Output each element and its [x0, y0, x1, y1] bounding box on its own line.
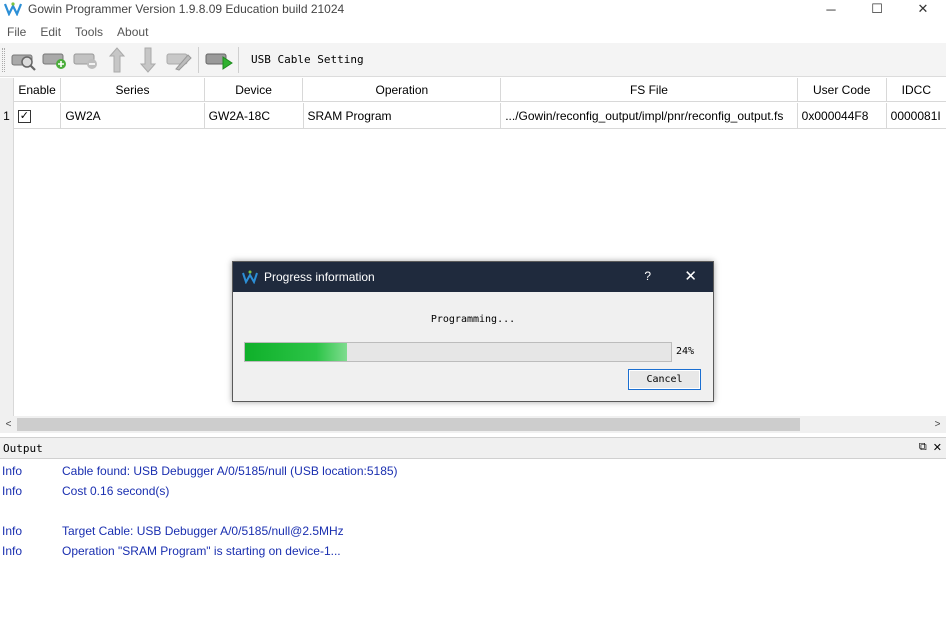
- log-text: Cost 0.16 second(s): [62, 484, 170, 498]
- table-header: Enable Series Device Operation FS File U…: [0, 78, 946, 102]
- log-line: Info Target Cable: USB Debugger A/0/5185…: [0, 522, 344, 540]
- operation-cell[interactable]: SRAM Program: [304, 103, 502, 129]
- enable-checkbox[interactable]: ✓: [17, 109, 31, 123]
- program-run-button[interactable]: [203, 45, 234, 75]
- add-device-icon: [42, 53, 66, 69]
- edit-config-button[interactable]: [163, 45, 194, 75]
- cancel-button[interactable]: Cancel: [628, 369, 701, 390]
- header-device[interactable]: Device: [205, 78, 304, 102]
- remove-device-icon: [73, 53, 97, 69]
- scroll-right-arrow[interactable]: >: [929, 416, 946, 433]
- scroll-left-arrow[interactable]: <: [0, 416, 17, 433]
- move-up-icon: [108, 46, 125, 72]
- window-title: Gowin Programmer Version 1.9.8.09 Educat…: [28, 2, 345, 16]
- menu-tools[interactable]: Tools: [68, 25, 110, 39]
- header-idcode[interactable]: IDCC: [887, 78, 946, 102]
- log-level: Info: [2, 524, 23, 538]
- title-bar: Gowin Programmer Version 1.9.8.09 Educat…: [0, 0, 946, 18]
- close-panel-icon[interactable]: ✕: [933, 441, 942, 454]
- usb-cable-setting-button[interactable]: USB Cable Setting: [251, 53, 364, 66]
- move-down-icon: [139, 47, 156, 73]
- dialog-title-bar[interactable]: Progress information ? ✕: [233, 262, 713, 292]
- move-up-button[interactable]: [101, 45, 132, 75]
- user-code-cell[interactable]: 0x000044F8: [798, 103, 887, 129]
- device-cell[interactable]: GW2A-18C: [205, 103, 304, 129]
- output-panel-header: Output ⧉ ✕: [0, 437, 946, 459]
- header-fs-file[interactable]: FS File: [501, 78, 798, 102]
- toolbar-separator-2: [238, 46, 239, 73]
- dialog-help-button[interactable]: ?: [644, 269, 651, 283]
- dialog-title: Progress information: [264, 270, 375, 284]
- enable-cell: ✓: [14, 103, 62, 129]
- header-enable[interactable]: Enable: [14, 78, 62, 102]
- edit-config-icon: [166, 53, 192, 71]
- remove-device-button[interactable]: [70, 45, 101, 75]
- progress-bar-fill: [245, 343, 348, 361]
- gowin-logo-icon: [4, 2, 22, 16]
- idcode-cell[interactable]: 0000081I: [887, 103, 946, 129]
- table-row[interactable]: 1 ✓ GW2A GW2A-18C SRAM Program .../Gowin…: [0, 103, 946, 129]
- scan-device-icon: [11, 54, 36, 71]
- program-run-icon: [205, 53, 233, 70]
- add-device-button[interactable]: [39, 45, 70, 75]
- log-text: Cable found: USB Debugger A/0/5185/null …: [62, 464, 398, 478]
- row-number: 1: [0, 103, 14, 129]
- menu-about[interactable]: About: [110, 25, 155, 39]
- toolbar-separator: [198, 46, 199, 73]
- progress-dialog: Progress information ? ✕ Programming... …: [232, 261, 714, 402]
- header-user-code[interactable]: User Code: [798, 78, 887, 102]
- menu-bar: File Edit Tools About: [0, 22, 155, 42]
- window-controls: ─ ☐ ✕: [808, 0, 946, 18]
- menu-edit[interactable]: Edit: [33, 25, 68, 39]
- header-operation[interactable]: Operation: [303, 78, 502, 102]
- scroll-thumb[interactable]: [17, 418, 800, 431]
- log-line: Info Operation "SRAM Program" is startin…: [0, 542, 341, 560]
- header-series[interactable]: Series: [61, 78, 205, 102]
- log-line: Info Cost 0.16 second(s): [0, 482, 169, 500]
- horizontal-scrollbar[interactable]: < >: [0, 416, 946, 433]
- output-log: Info Cable found: USB Debugger A/0/5185/…: [0, 460, 946, 636]
- checkmark-icon: ✓: [19, 109, 29, 122]
- log-level: Info: [2, 544, 23, 558]
- log-level: Info: [2, 484, 23, 498]
- minimize-button[interactable]: ─: [808, 0, 854, 18]
- gowin-logo-icon: [242, 270, 258, 284]
- header-corner: [0, 78, 14, 102]
- close-window-button[interactable]: ✕: [900, 0, 946, 18]
- progress-bar: [244, 342, 672, 362]
- fs-file-cell[interactable]: .../Gowin/reconfig_output/impl/pnr/recon…: [501, 103, 798, 129]
- toolbar: USB Cable Setting: [0, 43, 946, 77]
- dock-buttons: ⧉ ✕: [919, 441, 942, 454]
- dialog-status-text: Programming...: [430, 314, 516, 325]
- menu-file[interactable]: File: [0, 25, 33, 39]
- toolbar-grip[interactable]: [2, 47, 5, 72]
- float-panel-icon[interactable]: ⧉: [919, 441, 927, 454]
- series-cell[interactable]: GW2A: [61, 103, 205, 129]
- log-level: Info: [2, 464, 23, 478]
- progress-percent: 24%: [676, 346, 695, 357]
- log-line: Info Cable found: USB Debugger A/0/5185/…: [0, 462, 398, 480]
- dialog-close-button[interactable]: ✕: [684, 267, 697, 285]
- move-down-button[interactable]: [132, 45, 163, 75]
- scan-device-button[interactable]: [8, 45, 39, 75]
- log-text: Operation "SRAM Program" is starting on …: [62, 544, 341, 558]
- output-title: Output: [3, 441, 43, 455]
- log-text: Target Cable: USB Debugger A/0/5185/null…: [62, 524, 344, 538]
- maximize-button[interactable]: ☐: [854, 0, 900, 18]
